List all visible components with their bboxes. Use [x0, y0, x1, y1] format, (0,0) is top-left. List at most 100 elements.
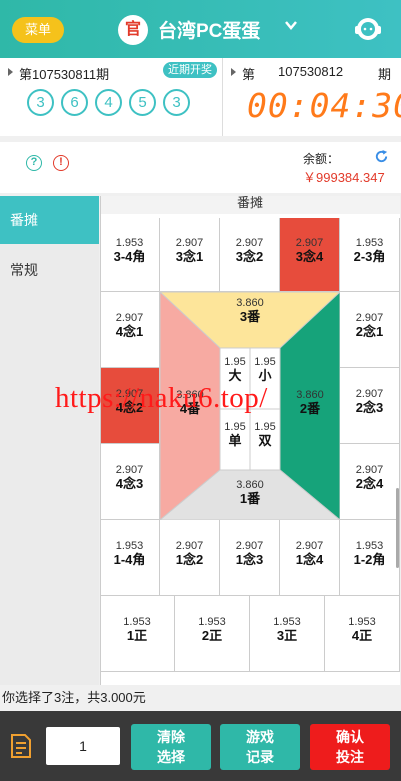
confirm-bet-button[interactable]: 确认 投注 [310, 724, 390, 770]
odds: 1.953 [355, 237, 384, 249]
odds: 2.907 [295, 237, 324, 249]
recent-results-badge[interactable]: 近期开奖 [163, 62, 217, 78]
result-ball: 3 [163, 89, 190, 116]
odds: 1.953 [273, 616, 301, 628]
bet-cell-3-nian-4[interactable]: 2.907 3念4 [280, 218, 340, 292]
bet-dan[interactable]: 1.95 单 [220, 421, 250, 448]
sidebar: 番摊 常规 [0, 196, 99, 685]
draw-info-panel: 第107530811期 近期开奖 3 6 4 5 3 第 107530812 期… [0, 58, 401, 136]
bet-name: 3-4角 [113, 249, 146, 264]
bet-multiplier-input[interactable]: 1 [46, 727, 120, 765]
bet-cell-1-nian-3[interactable]: 2.907 1念3 [220, 520, 280, 596]
button-label: 游戏 [246, 729, 274, 745]
bet-name: 2念3 [355, 400, 384, 415]
bet-name: 2念1 [355, 324, 384, 339]
odds: 2.907 [295, 540, 324, 552]
bet-cell-1-nian-4[interactable]: 2.907 1念4 [280, 520, 340, 596]
odds: 1.953 [348, 616, 376, 628]
bet-cell-3-nian-1[interactable]: 2.907 3念1 [160, 218, 220, 292]
bet-name: 4念1 [115, 324, 144, 339]
next-period-suffix: 期 [378, 67, 392, 82]
bet-name: 1念2 [175, 552, 204, 567]
countdown-timer: 00:04:30 [247, 86, 401, 125]
bet-cell-4-zheng[interactable]: 1.953 4正 [325, 596, 400, 672]
bet-slip-icon[interactable] [9, 733, 33, 759]
game-title[interactable]: 台湾PC蛋蛋 [158, 16, 260, 43]
odds: 2.907 [355, 464, 384, 476]
next-period-prefix: 第 [242, 67, 256, 82]
button-label: 投注 [336, 749, 364, 765]
refresh-icon[interactable] [374, 149, 389, 164]
bet-cell-3-zheng[interactable]: 1.953 3正 [250, 596, 325, 672]
odds: 1.95 [254, 356, 276, 368]
bet-name: 1-4角 [113, 552, 146, 567]
scrollbar-thumb[interactable] [396, 488, 399, 568]
odds: 1.95 [224, 421, 246, 433]
bet-name: 1念3 [235, 552, 264, 567]
bet-cell-1-nian-2[interactable]: 2.907 1念2 [160, 520, 220, 596]
button-label: 记录 [246, 749, 274, 765]
bet-name: 3番 [239, 309, 261, 324]
odds: 3.860 [236, 479, 264, 491]
bet-name: 4念3 [115, 476, 144, 491]
odds: 2.907 [115, 312, 144, 324]
watermark-text: https://naku6.top/ [55, 382, 268, 414]
bet-name: 1念4 [295, 552, 324, 567]
odds: 1.953 [115, 237, 144, 249]
odds: 2.907 [115, 464, 144, 476]
bet-fan-1[interactable]: 3.860 1番 [220, 479, 280, 506]
clear-selection-button[interactable]: 清除 选择 [131, 724, 211, 770]
bet-xiao[interactable]: 1.95 小 [250, 356, 280, 383]
customer-service-icon[interactable] [353, 14, 383, 44]
selection-summary: 你选择了3注，共3.000元 [0, 686, 401, 710]
alert-icon[interactable]: ! [53, 155, 69, 171]
bet-cell-4-nian-1[interactable]: 2.907 4念1 [100, 292, 160, 368]
button-label: 确认 [336, 729, 364, 745]
button-label: 清除 [157, 729, 185, 745]
odds: 2.907 [355, 312, 384, 324]
divider [222, 58, 223, 136]
odds: 2.907 [235, 237, 264, 249]
result-ball: 3 [27, 89, 54, 116]
sidebar-item-fantan[interactable]: 番摊 [0, 196, 99, 244]
bottom-bar: 1 清除 选择 游戏 记录 确认 投注 [0, 711, 401, 781]
odds: 1.953 [198, 616, 226, 628]
result-ball: 4 [95, 89, 122, 116]
bet-name: 3念4 [295, 249, 324, 264]
game-record-button[interactable]: 游戏 记录 [220, 724, 300, 770]
bet-fan-3[interactable]: 3.860 3番 [220, 297, 280, 324]
bet-cell-3-nian-2[interactable]: 2.907 3念2 [220, 218, 280, 292]
board-heading: 番摊 [100, 196, 400, 214]
betting-board: 番摊 1.953 3-4角 2.907 3念1 2.907 3念2 2.907 … [100, 196, 400, 685]
bet-cell-2-nian-4[interactable]: 2.907 2念4 [340, 444, 400, 520]
sidebar-item-regular[interactable]: 常规 [0, 246, 99, 294]
bet-fan-2[interactable]: 3.860 2番 [282, 389, 338, 416]
odds: 3.860 [296, 389, 324, 401]
bet-name: 1番 [239, 491, 261, 506]
bet-cell-1-2-jiao[interactable]: 1.953 1-2角 [340, 520, 400, 596]
bet-cell-4-nian-3[interactable]: 2.907 4念3 [100, 444, 160, 520]
result-balls: 3 6 4 5 3 [27, 89, 190, 116]
bet-cell-2-3-jiao[interactable]: 1.953 2-3角 [340, 218, 400, 292]
menu-button[interactable]: 菜单 [12, 17, 64, 43]
bet-cell-2-nian-1[interactable]: 2.907 2念1 [340, 292, 400, 368]
bet-da[interactable]: 1.95 大 [220, 356, 250, 383]
bet-name: 小 [258, 368, 272, 383]
bet-cell-2-zheng[interactable]: 1.953 2正 [175, 596, 250, 672]
bet-cell-2-nian-3[interactable]: 2.907 2念3 [340, 368, 400, 444]
bet-cell-3-4-jiao[interactable]: 1.953 3-4角 [100, 218, 160, 292]
bet-cell-1-zheng[interactable]: 1.953 1正 [100, 596, 175, 672]
result-ball: 6 [61, 89, 88, 116]
balance-label: 余额： [303, 152, 340, 166]
triangle-icon [231, 68, 236, 76]
help-icon[interactable]: ? [26, 155, 42, 171]
odds: 2.907 [355, 388, 384, 400]
odds: 1.95 [254, 421, 276, 433]
bet-name: 单 [228, 433, 242, 448]
bet-cell-1-4-jiao[interactable]: 1.953 1-4角 [100, 520, 160, 596]
last-period: 第107530811期 [19, 67, 110, 82]
result-ball: 5 [129, 89, 156, 116]
bet-shuang[interactable]: 1.95 双 [250, 421, 280, 448]
balance-panel: ? ! 余额： ￥999384.347 [0, 142, 401, 193]
chevron-down-icon[interactable] [284, 18, 298, 32]
